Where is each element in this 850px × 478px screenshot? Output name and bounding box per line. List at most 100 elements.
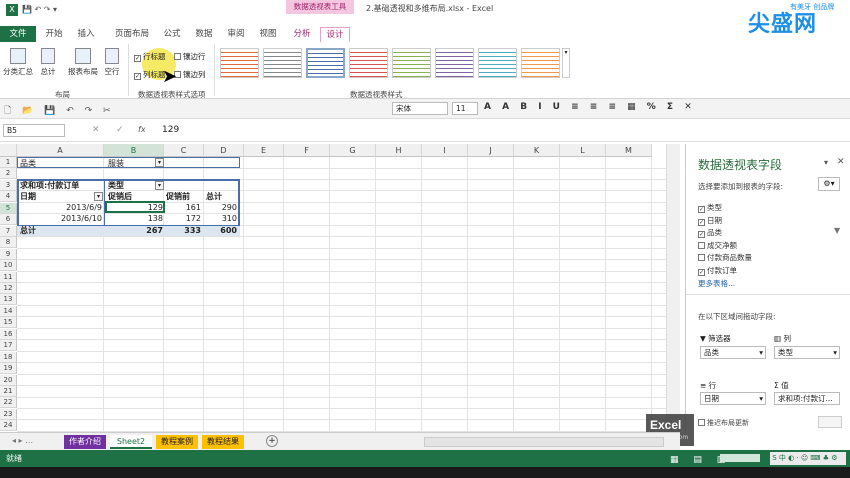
row-header-19[interactable]: 19 (0, 363, 17, 375)
horizontal-scrollbar[interactable] (424, 437, 664, 447)
field-item[interactable]: ✓ 品类 (698, 227, 722, 238)
update-button[interactable] (818, 416, 842, 428)
pivot-style-swatch[interactable] (220, 48, 259, 78)
column-header-K[interactable]: K (514, 144, 560, 157)
row-header-6[interactable]: 6 (0, 214, 17, 226)
field-item[interactable]: 付款商品数量 (698, 252, 752, 263)
tab-page-layout[interactable]: 页面布局 (108, 27, 156, 42)
zoom-slider[interactable] (720, 454, 760, 462)
tab-formulas[interactable]: 公式 (158, 27, 186, 42)
column-header-H[interactable]: H (376, 144, 422, 157)
row-header-11[interactable]: 11 (0, 271, 17, 283)
row-header-22[interactable]: 22 (0, 397, 17, 409)
worksheet-grid[interactable]: ABCDEFGHIJKLM 1 2 3 4 5 6 7 8 9 10 11 12 13 14 15 16 17 1… (0, 144, 680, 432)
row-header-13[interactable]: 13 (0, 294, 17, 306)
name-box[interactable]: B5 (3, 124, 65, 137)
row-header-3[interactable]: 3 (0, 179, 17, 191)
gear-icon[interactable]: ⚙▾ (818, 177, 840, 191)
row-header-9[interactable]: 9 (0, 248, 17, 260)
defer-update-checkbox[interactable]: 推迟布局更新 (698, 418, 749, 428)
sheet-tab-author[interactable]: 作者介绍 (64, 435, 106, 449)
row-header-18[interactable]: 18 (0, 351, 17, 363)
value-item[interactable]: 求和项:付款订... (774, 392, 840, 405)
column-header-J[interactable]: J (468, 144, 514, 157)
tab-analyze[interactable]: 分析 (288, 27, 316, 42)
row-header-4[interactable]: 4 (0, 191, 17, 203)
row-header-20[interactable]: 20 (0, 374, 17, 386)
column-header-E[interactable]: E (244, 144, 284, 157)
column-header-I[interactable]: I (422, 144, 468, 157)
tab-insert[interactable]: 插入 (72, 27, 100, 42)
panel-dropdown-icon[interactable]: ▾ (824, 158, 828, 167)
row-header-16[interactable]: 16 (0, 328, 17, 340)
tab-file[interactable]: 文件 (0, 26, 36, 42)
sheet-tab-sheet2[interactable]: Sheet2 (110, 435, 152, 449)
column-header-B[interactable]: B (104, 144, 164, 157)
select-all-corner[interactable] (0, 144, 17, 157)
tab-view[interactable]: 视图 (254, 27, 282, 42)
close-icon[interactable]: ✕ (837, 157, 845, 167)
column-header-C[interactable]: C (164, 144, 204, 157)
row-header-24[interactable]: 24 (0, 420, 17, 432)
column-header-D[interactable]: D (204, 144, 244, 157)
pivot-style-swatch[interactable] (478, 48, 517, 78)
ime-toolbar[interactable]: S 中 ◐ · ☺ ⌨ ♣ ⚙ (770, 452, 846, 465)
row-dropdown-icon[interactable]: ▾ (94, 192, 103, 201)
report-layout-button[interactable]: 报表布局 (66, 48, 100, 77)
vertical-scrollbar[interactable] (666, 144, 680, 432)
sheet-tab-case[interactable]: 教程案例 (156, 435, 198, 449)
subtotal-button[interactable]: 分类汇总 (2, 48, 34, 77)
column-header-F[interactable]: F (284, 144, 330, 157)
row-headers-checkbox[interactable]: ✓ 行标题 (134, 51, 166, 62)
tab-home[interactable]: 开始 (40, 27, 68, 42)
styles-more-button[interactable]: ▾ (562, 48, 570, 78)
more-tables-link[interactable]: 更多表格... (698, 278, 735, 289)
toolbar-icons-left[interactable]: 🗋 📂 💾 ↶ ↷ ✂ (4, 103, 115, 119)
column-item[interactable]: 类型 ▾ (774, 346, 840, 359)
row-header-23[interactable]: 23 (0, 408, 17, 420)
column-header-G[interactable]: G (330, 144, 376, 157)
add-sheet-icon[interactable]: + (266, 435, 278, 447)
row-header-21[interactable]: 21 (0, 386, 17, 397)
row-item[interactable]: 日期 ▾ (700, 392, 766, 405)
row-header-14[interactable]: 14 (0, 305, 17, 317)
field-item[interactable]: ✓ 日期 (698, 215, 722, 226)
blank-row-button[interactable]: 空行 (102, 48, 122, 77)
font-size-select[interactable]: 11 (452, 102, 478, 115)
field-item[interactable]: ✓ 类型 (698, 202, 722, 213)
row-header-15[interactable]: 15 (0, 317, 17, 329)
enter-icon[interactable]: ✓ (116, 125, 124, 135)
font-name-select[interactable]: 宋体 (392, 102, 448, 115)
tab-design[interactable]: 设计 (320, 27, 350, 42)
row-header-1[interactable]: 1 (0, 157, 17, 168)
row-header-2[interactable]: 2 (0, 168, 17, 180)
cancel-icon[interactable]: ✕ (92, 125, 100, 135)
tab-review[interactable]: 审阅 (222, 27, 250, 42)
pivot-style-swatch[interactable] (521, 48, 560, 78)
pivot-style-swatch[interactable] (392, 48, 431, 78)
row-header-5[interactable]: 5 (0, 202, 17, 214)
filter-item[interactable]: 品类 ▾ (700, 346, 766, 359)
col-dropdown-icon[interactable]: ▾ (155, 181, 164, 190)
sheet-tab-result[interactable]: 教程结果 (202, 435, 244, 449)
row-header-8[interactable]: 8 (0, 237, 17, 249)
quick-access-icons[interactable]: 💾 ↶ ↷ ▾ (22, 5, 82, 15)
banded-rows-checkbox[interactable]: 镶边行 (174, 51, 206, 62)
col-headers-checkbox[interactable]: ✓ 列标题 (134, 69, 166, 80)
sheet-nav-arrows[interactable]: ◂ ▸ … (12, 436, 33, 445)
pivot-style-swatch[interactable] (263, 48, 302, 78)
pivot-style-swatch-selected[interactable] (306, 48, 345, 78)
format-buttons[interactable]: A A B I U ≡ ≡ ≡ ▦ % Σ ✕ (484, 102, 696, 112)
row-header-17[interactable]: 17 (0, 340, 17, 352)
grandtotal-button[interactable]: 总计 (38, 48, 58, 77)
banded-cols-checkbox[interactable]: 镶边列 (174, 69, 206, 80)
row-header-10[interactable]: 10 (0, 260, 17, 272)
field-item[interactable]: ✓ 付款订单 (698, 265, 737, 276)
column-header-M[interactable]: M (606, 144, 652, 157)
row-header-12[interactable]: 12 (0, 282, 17, 294)
fx-label[interactable]: fx (138, 125, 146, 134)
row-header-7[interactable]: 7 (0, 225, 17, 237)
formula-value[interactable]: 129 (162, 125, 179, 135)
column-header-A[interactable]: A (17, 144, 104, 157)
column-header-L[interactable]: L (560, 144, 606, 157)
